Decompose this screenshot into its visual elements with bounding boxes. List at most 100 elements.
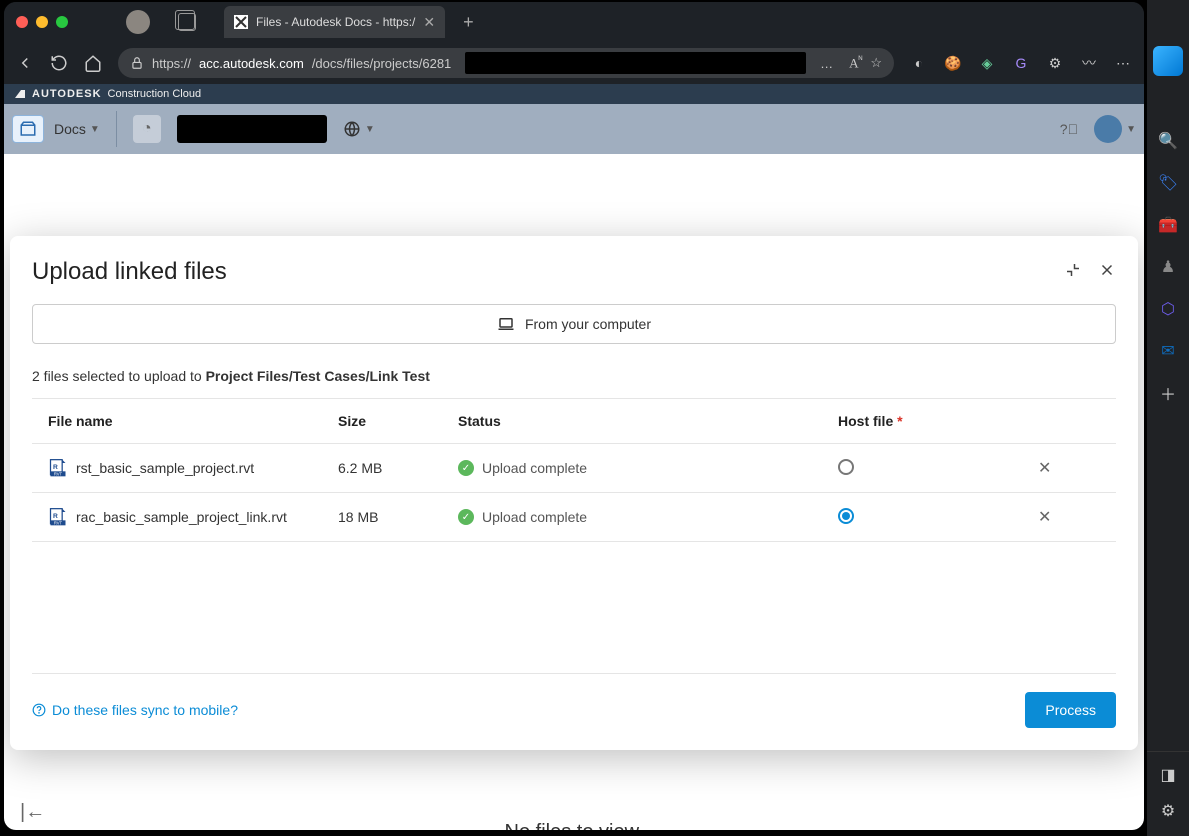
- minimize-modal-icon[interactable]: [1064, 261, 1082, 284]
- project-icon[interactable]: ◔: [133, 115, 161, 143]
- modal-footer: Do these files sync to mobile? Process: [32, 673, 1116, 728]
- url-path: /docs/files/projects/6281: [312, 56, 451, 71]
- file-name: rst_basic_sample_project.rvt: [76, 460, 254, 476]
- help-circle-icon: [32, 703, 46, 717]
- sidebar-panel-icon[interactable]: ◨: [1157, 764, 1179, 786]
- url-redacted: [465, 52, 806, 74]
- user-menu[interactable]: ▼: [1094, 115, 1136, 143]
- add-panel-icon[interactable]: ＋: [1157, 382, 1179, 404]
- tab-close-icon[interactable]: ✕: [423, 14, 435, 31]
- url-scheme: https://: [152, 56, 191, 71]
- chevron-down-icon: ▼: [1126, 124, 1136, 135]
- upload-modal: Upload linked files From your computer 2…: [10, 236, 1138, 750]
- laptop-icon: [497, 315, 515, 333]
- file-status: Upload complete: [482, 460, 587, 476]
- autodesk-logo-icon: [14, 88, 26, 100]
- col-status: Status: [458, 413, 838, 429]
- project-name-redacted[interactable]: [177, 115, 327, 143]
- check-circle-icon: ✓: [458, 509, 474, 525]
- upload-destination-text: 2 files selected to upload to Project Fi…: [32, 368, 1116, 384]
- empty-state-text: No files to view.: [505, 821, 644, 830]
- ext-icon-1[interactable]: ◐: [910, 54, 928, 72]
- svg-text:RVT: RVT: [54, 472, 63, 477]
- file-name: rac_basic_sample_project_link.rvt: [76, 509, 287, 525]
- svg-text:R: R: [53, 513, 58, 520]
- modal-header: Upload linked files: [32, 258, 1116, 286]
- modal-title: Upload linked files: [32, 258, 1064, 286]
- region-dropdown[interactable]: ▼: [343, 120, 375, 138]
- close-modal-icon[interactable]: [1098, 261, 1116, 284]
- ext-icon-2[interactable]: 🍪: [944, 54, 962, 72]
- autodesk-brand-bar: AUTODESK Construction Cloud: [4, 84, 1144, 104]
- brand-label: AUTODESK: [32, 88, 102, 100]
- games-panel-icon[interactable]: ♟: [1157, 256, 1179, 278]
- docs-dropdown[interactable]: Docs ▼: [54, 121, 100, 137]
- address-bar[interactable]: https:// acc.autodesk.com/docs/files/proj…: [118, 48, 894, 78]
- url-etc-icon: …: [820, 56, 833, 71]
- page-content: AUTODESK Construction Cloud Docs ▼ ◔ ▼ ?…: [4, 84, 1144, 830]
- ext-icon-5[interactable]: 〰: [1080, 54, 1098, 72]
- remove-file-icon[interactable]: ✕: [1038, 509, 1051, 526]
- refresh-button[interactable]: [50, 54, 68, 72]
- divider: [116, 111, 117, 147]
- collapse-sidebar-icon[interactable]: |←: [20, 801, 45, 824]
- revit-file-icon: RRVT: [48, 458, 68, 478]
- remove-file-icon[interactable]: ✕: [1038, 460, 1051, 477]
- more-icon[interactable]: ⋯: [1114, 54, 1132, 72]
- window-controls: [16, 16, 68, 28]
- url-host: acc.autodesk.com: [199, 56, 304, 71]
- browser-tab[interactable]: Files - Autodesk Docs - https:/ ✕: [224, 6, 445, 38]
- tools-panel-icon[interactable]: 🧰: [1157, 214, 1179, 236]
- back-button[interactable]: [16, 54, 34, 72]
- revit-file-icon: RRVT: [48, 507, 68, 527]
- shopping-panel-icon[interactable]: 🏷: [1157, 172, 1179, 194]
- selected-prefix: 2 files selected to upload to: [32, 368, 206, 384]
- host-file-radio[interactable]: [838, 508, 854, 524]
- new-tab-button[interactable]: +: [463, 12, 474, 33]
- table-row: RRVT rst_basic_sample_project.rvt 6.2 MB…: [32, 444, 1116, 493]
- browser-side-panel: 🔍 🏷 🧰 ♟ ⬡ ✉ ＋ ◨ ⚙: [1147, 0, 1189, 836]
- extensions-icon[interactable]: ⚙: [1046, 54, 1064, 72]
- selected-path: Project Files/Test Cases/Link Test: [206, 368, 430, 384]
- sync-help-link[interactable]: Do these files sync to mobile?: [32, 702, 238, 718]
- help-icon[interactable]: ?⃝: [1060, 121, 1078, 137]
- product-label: Construction Cloud: [108, 88, 202, 100]
- table-header: File name Size Status Host file *: [32, 399, 1116, 444]
- from-computer-button[interactable]: From your computer: [32, 304, 1116, 344]
- lock-icon: [130, 56, 144, 70]
- profile-avatar-icon[interactable]: [126, 10, 150, 34]
- tab-overview-icon[interactable]: [178, 13, 196, 31]
- col-hostfile: Host file *: [838, 413, 1038, 429]
- titlebar: Files - Autodesk Docs - https:/ ✕ +: [4, 2, 1144, 42]
- minimize-window[interactable]: [36, 16, 48, 28]
- process-button[interactable]: Process: [1025, 692, 1116, 728]
- favorite-icon[interactable]: ☆: [870, 55, 882, 71]
- file-size: 18 MB: [338, 509, 458, 525]
- search-panel-icon[interactable]: 🔍: [1157, 130, 1179, 152]
- close-window[interactable]: [16, 16, 28, 28]
- user-avatar-icon: [1094, 115, 1122, 143]
- check-circle-icon: ✓: [458, 460, 474, 476]
- docs-product-chip[interactable]: [12, 115, 44, 143]
- outlook-panel-icon[interactable]: ✉: [1157, 340, 1179, 362]
- help-link-text: Do these files sync to mobile?: [52, 702, 238, 718]
- ext-icon-4[interactable]: G: [1012, 54, 1030, 72]
- browser-extensions: ◐ 🍪 ◈ G ⚙ 〰 ⋯: [910, 54, 1132, 72]
- home-button[interactable]: [84, 54, 102, 72]
- office-panel-icon[interactable]: ⬡: [1157, 298, 1179, 320]
- svg-text:RVT: RVT: [54, 521, 63, 526]
- docs-toolbar: Docs ▼ ◔ ▼ ?⃝ ▼: [4, 104, 1144, 154]
- settings-panel-icon[interactable]: ⚙: [1157, 800, 1179, 822]
- globe-icon: [343, 120, 361, 138]
- browser-window: Files - Autodesk Docs - https:/ ✕ + http…: [4, 2, 1144, 830]
- tab-favicon-icon: [234, 15, 248, 29]
- host-file-radio[interactable]: [838, 459, 854, 475]
- col-filename: File name: [48, 413, 338, 429]
- file-status: Upload complete: [482, 509, 587, 525]
- copilot-icon[interactable]: [1153, 46, 1183, 76]
- docs-icon: [19, 120, 37, 138]
- ext-icon-3[interactable]: ◈: [978, 54, 996, 72]
- url-toolbar: https:// acc.autodesk.com/docs/files/proj…: [4, 42, 1144, 84]
- file-size: 6.2 MB: [338, 460, 458, 476]
- maximize-window[interactable]: [56, 16, 68, 28]
